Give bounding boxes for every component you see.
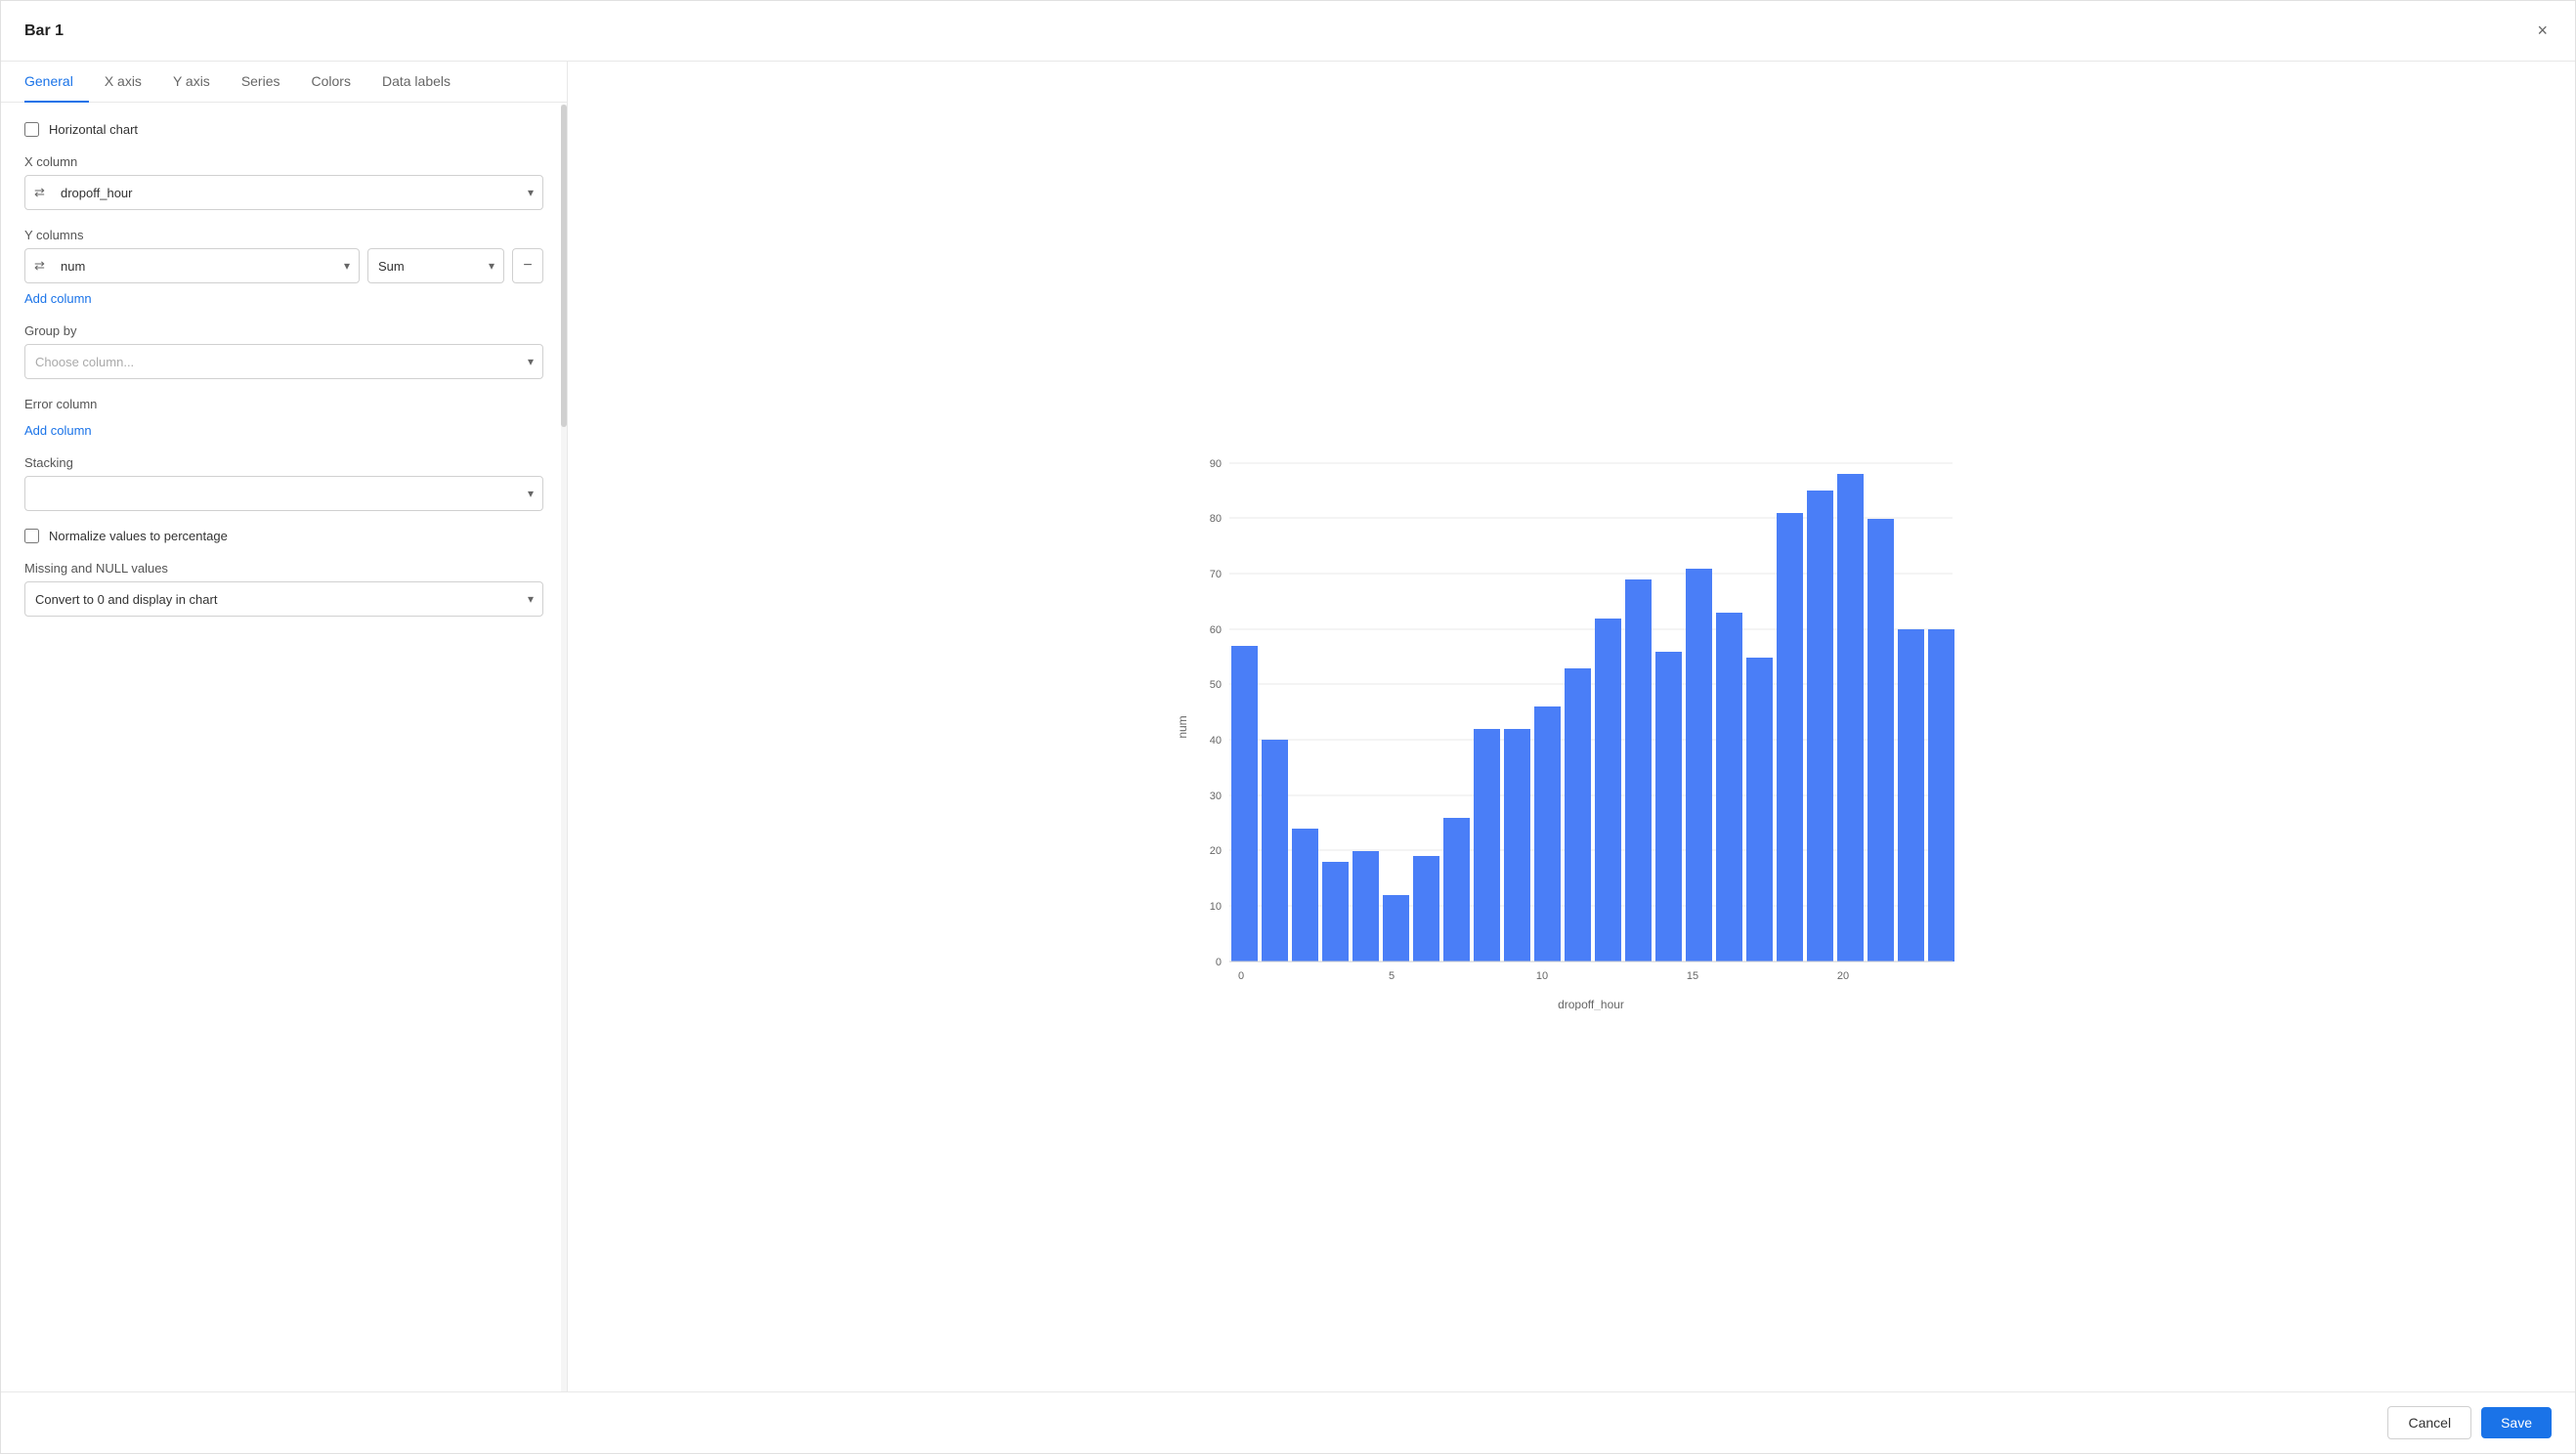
missing-null-row: Missing and NULL values Convert to 0 and… (24, 561, 543, 617)
bar-3 (1322, 862, 1349, 962)
remove-y-column-button[interactable]: − (512, 248, 543, 283)
save-button[interactable]: Save (2481, 1407, 2552, 1438)
y-column-select[interactable]: num (24, 248, 360, 283)
bar-16 (1716, 613, 1742, 962)
add-y-column-link[interactable]: Add column (24, 291, 92, 306)
x-column-select[interactable]: dropoff_hour (24, 175, 543, 210)
group-by-select[interactable]: Choose column... (24, 344, 543, 379)
bar-9 (1504, 729, 1530, 962)
error-column-row: Error column Add column (24, 397, 543, 438)
svg-text:5: 5 (1389, 970, 1395, 982)
stacking-select[interactable]: Stack Stack 100% (24, 476, 543, 511)
aggregation-select[interactable]: Sum Count Avg Min Max (367, 248, 504, 283)
y-columns-label: Y columns (24, 228, 543, 242)
bar-2 (1292, 829, 1318, 962)
error-column-label: Error column (24, 397, 543, 411)
bar-10 (1534, 706, 1561, 962)
aggregation-select-wrapper: Sum Count Avg Min Max ▾ (367, 248, 504, 283)
stacking-select-wrapper: Stack Stack 100% ▾ (24, 476, 543, 511)
x-column-select-wrapper: ⇄ dropoff_hour ▾ (24, 175, 543, 210)
dialog: Bar 1 × General X axis Y axis Series Col… (0, 0, 2576, 1454)
bar-5 (1383, 895, 1409, 962)
normalize-label: Normalize values to percentage (49, 529, 228, 543)
missing-null-select[interactable]: Convert to 0 and display in chart Do not… (24, 581, 543, 617)
svg-text:20: 20 (1210, 845, 1222, 857)
y-columns-inputs: ⇄ num ▾ Sum Count Avg Min (24, 248, 543, 283)
bar-11 (1565, 668, 1591, 962)
bar-21 (1868, 519, 1894, 962)
dialog-title: Bar 1 (24, 22, 64, 40)
scrollbar-thumb (561, 105, 567, 426)
tabs-container: General X axis Y axis Series Colors Data… (1, 62, 567, 103)
bar-6 (1413, 856, 1439, 962)
bar-0 (1231, 646, 1258, 962)
close-button[interactable]: × (2533, 17, 2552, 45)
bar-chart: num 0 10 (1171, 444, 1972, 1010)
bar-20 (1837, 474, 1864, 962)
y-columns-row: Y columns ⇄ num ▾ Sum Count (24, 228, 543, 306)
left-panel: General X axis Y axis Series Colors Data… (1, 62, 568, 1391)
bar-7 (1443, 818, 1470, 962)
bar-4 (1352, 851, 1379, 962)
svg-text:0: 0 (1216, 957, 1222, 968)
group-by-row: Group by Choose column... ▾ (24, 323, 543, 379)
svg-text:70: 70 (1210, 569, 1222, 580)
dialog-body: General X axis Y axis Series Colors Data… (1, 62, 2575, 1391)
svg-text:50: 50 (1210, 679, 1222, 691)
bar-17 (1746, 658, 1773, 962)
svg-text:10: 10 (1536, 970, 1548, 982)
svg-text:30: 30 (1210, 791, 1222, 802)
tab-xaxis[interactable]: X axis (89, 62, 157, 103)
svg-text:90: 90 (1210, 458, 1222, 470)
missing-null-select-wrapper: Convert to 0 and display in chart Do not… (24, 581, 543, 617)
x-column-row: X column ⇄ dropoff_hour ▾ (24, 154, 543, 210)
y-column-select-wrapper: ⇄ num ▾ (24, 248, 360, 283)
tab-general[interactable]: General (24, 62, 89, 103)
bar-13 (1625, 579, 1652, 962)
svg-text:20: 20 (1837, 970, 1849, 982)
svg-text:10: 10 (1210, 901, 1222, 913)
dialog-footer: Cancel Save (1, 1391, 2575, 1453)
normalize-row: Normalize values to percentage (24, 529, 543, 543)
right-panel: num 0 10 (568, 62, 2575, 1391)
dialog-header: Bar 1 × (1, 1, 2575, 62)
svg-text:0: 0 (1238, 970, 1244, 982)
bar-1 (1262, 740, 1288, 962)
bar-15 (1686, 569, 1712, 962)
group-by-select-wrapper: Choose column... ▾ (24, 344, 543, 379)
x-column-label: X column (24, 154, 543, 169)
chart-area: num 0 10 (597, 81, 2546, 1372)
normalize-checkbox[interactable] (24, 529, 39, 543)
scrollbar-track[interactable] (561, 105, 567, 1391)
bar-19 (1807, 491, 1833, 962)
bar-18 (1777, 513, 1803, 962)
horizontal-chart-row: Horizontal chart (24, 122, 543, 137)
tab-yaxis[interactable]: Y axis (157, 62, 226, 103)
x-axis-label: dropoff_hour (1558, 998, 1624, 1010)
bar-12 (1595, 619, 1621, 962)
stacking-label: Stacking (24, 455, 543, 470)
horizontal-chart-label: Horizontal chart (49, 122, 138, 137)
panel-content: Horizontal chart X column ⇄ dropoff_hour… (1, 103, 567, 1391)
bar-22 (1898, 629, 1924, 962)
bar-14 (1655, 652, 1682, 962)
tab-datalabels[interactable]: Data labels (366, 62, 466, 103)
stacking-row: Stacking Stack Stack 100% ▾ (24, 455, 543, 511)
svg-text:40: 40 (1210, 735, 1222, 747)
group-by-label: Group by (24, 323, 543, 338)
missing-null-label: Missing and NULL values (24, 561, 543, 576)
bar-8 (1474, 729, 1500, 962)
tab-colors[interactable]: Colors (296, 62, 366, 103)
horizontal-chart-checkbox[interactable] (24, 122, 39, 137)
svg-text:15: 15 (1687, 970, 1698, 982)
cancel-button[interactable]: Cancel (2387, 1406, 2471, 1439)
svg-text:80: 80 (1210, 513, 1222, 525)
y-axis-label: num (1176, 715, 1189, 738)
bar-23 (1928, 629, 1954, 962)
svg-text:60: 60 (1210, 624, 1222, 636)
tab-series[interactable]: Series (226, 62, 296, 103)
add-error-column-link[interactable]: Add column (24, 423, 92, 438)
